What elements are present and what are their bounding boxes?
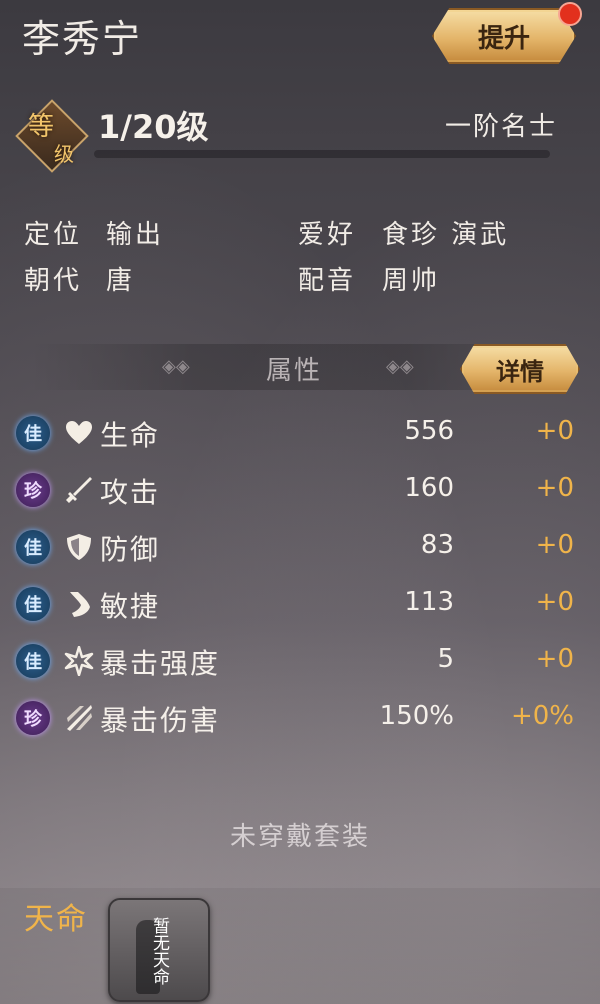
stat-value: 556 [404, 416, 454, 446]
stat-value: 5 [437, 644, 454, 674]
quality-badge: 佳 [16, 416, 50, 450]
stat-bonus: +0% [510, 701, 574, 731]
stat-row-hp: 佳 生命 556 +0 [0, 408, 600, 458]
stat-row-agility: 佳 敏捷 113 +0 [0, 579, 600, 629]
stat-row-crit-damage: 珍 暴击伤害 150% +0% [0, 693, 600, 743]
shield-icon [67, 534, 91, 560]
level-badge: 等 级 [15, 99, 89, 173]
notification-dot-icon [558, 2, 582, 26]
stat-name: 暴击强度 [100, 647, 221, 680]
fate-section [0, 888, 600, 1004]
detail-button[interactable]: 详情 [460, 344, 580, 394]
stat-value: 83 [420, 530, 454, 560]
stat-bonus: +0 [535, 587, 574, 617]
stat-row-defense: 佳 防御 83 +0 [0, 522, 600, 572]
stat-bonus: +0 [535, 530, 574, 560]
hobby-label: 爱好 [298, 220, 357, 250]
ornament-right-icon: ◈◈ [386, 356, 414, 377]
rank-title: 一阶名士 [445, 112, 558, 142]
stat-row-crit-strength: 佳 暴击强度 5 +0 [0, 636, 600, 686]
dynasty-value: 唐 [106, 266, 136, 296]
quality-badge: 佳 [16, 530, 50, 564]
heart-icon [66, 421, 92, 444]
dynasty-label: 朝代 [24, 266, 83, 296]
level-badge-bottom: 级 [54, 142, 74, 166]
stat-name: 防御 [100, 533, 161, 566]
role-label: 定位 [24, 220, 83, 250]
level-progress-bar [94, 150, 550, 158]
attributes-title: 属性 [266, 356, 323, 386]
role-value: 输出 [106, 220, 165, 250]
level-badge-top: 等 [28, 112, 55, 142]
hero-name: 李秀宁 [22, 17, 143, 61]
ornament-left-icon: ◈◈ [162, 356, 190, 377]
quality-badge: 佳 [16, 587, 50, 621]
stat-bonus: +0 [535, 644, 574, 674]
quality-badge: 珍 [16, 473, 50, 507]
level-text: 1/20级 [98, 108, 209, 146]
stat-value: 150% [379, 701, 454, 731]
voice-value: 周帅 [382, 266, 441, 296]
star-burst-icon [64, 646, 94, 676]
fate-empty-label: 暂无天命 [149, 917, 169, 985]
voice-label: 配音 [298, 266, 357, 296]
stat-value: 160 [404, 473, 454, 503]
hobby-value: 食珍 演武 [382, 220, 510, 250]
sword-icon [66, 477, 92, 503]
fate-empty-text: 暂无天命 [110, 906, 208, 996]
stat-bonus: +0 [535, 416, 574, 446]
stat-bonus: +0 [535, 473, 574, 503]
stat-name: 生命 [100, 419, 161, 452]
suit-status: 未穿戴套装 [229, 822, 370, 852]
upgrade-button[interactable]: 提升 [432, 8, 576, 64]
slash-icon [67, 705, 92, 731]
stat-row-attack: 珍 攻击 160 +0 [0, 465, 600, 515]
stat-name: 敏捷 [100, 590, 161, 623]
boot-icon [70, 592, 90, 617]
stat-value: 113 [404, 587, 454, 617]
fate-slot[interactable]: 暂无天命 [108, 898, 210, 1002]
quality-badge: 珍 [16, 701, 50, 735]
fate-label: 天命 [24, 902, 88, 937]
stat-name: 暴击伤害 [100, 704, 221, 737]
hero-detail-panel: 李秀宁 提升 等 级 1/20级 一阶名士 定位 输出 爱好 食珍 演武 朝代 … [0, 0, 600, 1004]
quality-badge: 佳 [16, 644, 50, 678]
stat-name: 攻击 [100, 476, 161, 509]
